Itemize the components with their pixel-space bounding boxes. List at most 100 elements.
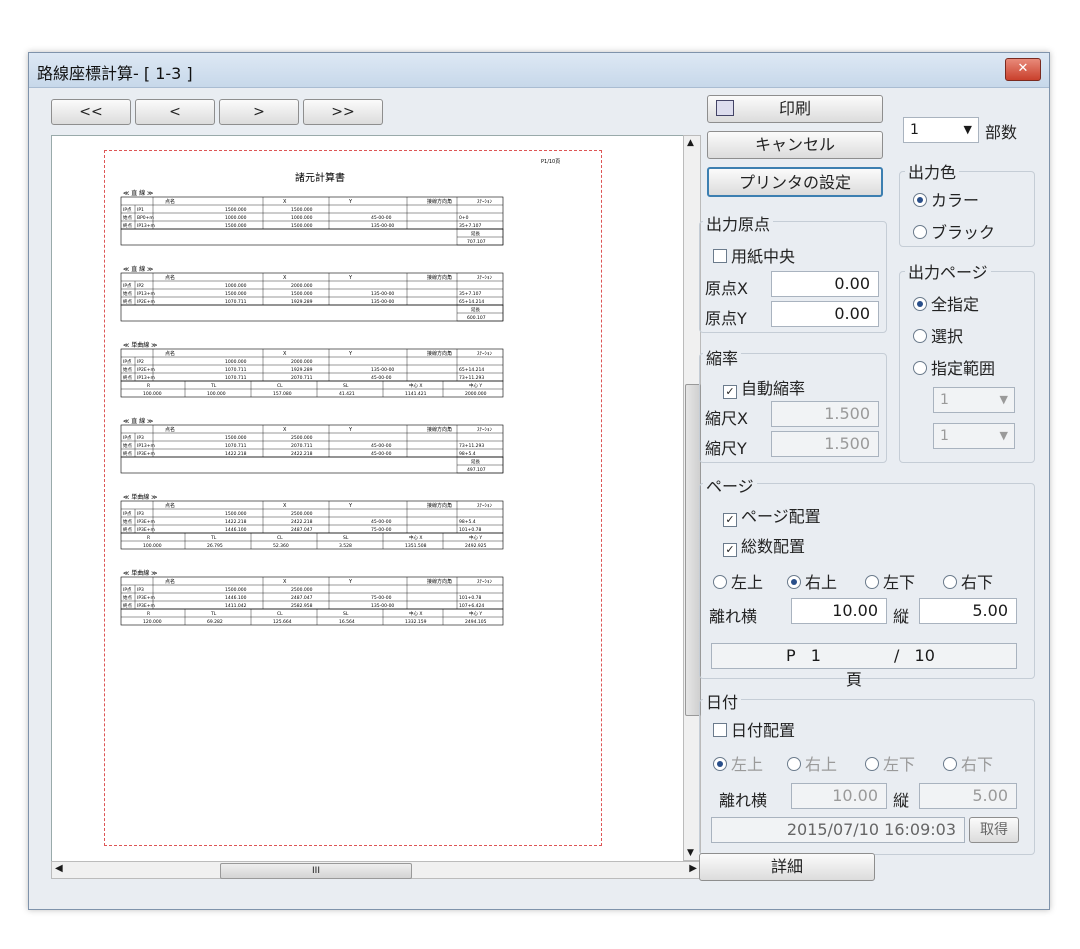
preview-cell: 1500.000: [225, 587, 247, 593]
details-button[interactable]: 詳細: [699, 853, 875, 881]
page-pos-bottom-left-radio[interactable]: 左下: [865, 569, 915, 593]
page-pos-bottom-right-radio[interactable]: 右下: [943, 569, 993, 593]
date-pos-label: 左上: [731, 755, 764, 774]
page-pos-top-right-radio[interactable]: 右上: [787, 569, 837, 593]
range-from-select[interactable]: 1 ▼: [933, 387, 1015, 413]
range-to-select[interactable]: 1 ▼: [933, 423, 1015, 449]
preview-curve-header: CL: [277, 535, 283, 541]
preview-curve-cell: 100.000: [207, 391, 226, 397]
preview-doc-title: 諸元計算書: [295, 171, 345, 184]
preview-header-cell: 点名: [165, 198, 175, 205]
preview-length-value: 707.107: [467, 239, 486, 245]
preview-curve-header: TL: [210, 611, 217, 617]
radio-icon: [865, 575, 879, 589]
preview-cell: 101+0.78: [459, 595, 482, 601]
close-button[interactable]: ✕: [1005, 58, 1041, 81]
preview-length-box: [120, 228, 504, 246]
date-pos-top-right-radio[interactable]: 右上: [787, 751, 837, 775]
preview-cell: IP13+m: [137, 375, 155, 381]
preview-curve-header: TL: [210, 383, 217, 389]
acquire-button[interactable]: 取得: [969, 817, 1019, 843]
preview-cell: 45-00-00: [371, 215, 392, 221]
preview-curve-header: TL: [210, 535, 217, 541]
scale-y-field[interactable]: 1.500: [771, 431, 879, 457]
origin-y-label: 原点Y: [705, 309, 747, 328]
page-layout-checkbox[interactable]: ✓ ページ配置: [723, 503, 821, 527]
preview-cell: 1500.000: [225, 223, 247, 229]
page-pos-label: 右上: [805, 573, 838, 592]
preview-cell: 45-00-00: [371, 375, 392, 381]
date-pos-top-left-radio[interactable]: 左上: [713, 751, 763, 775]
preview-length-box: [120, 304, 504, 322]
date-layout-label: 日付配置: [731, 721, 796, 740]
preview-length-value: 497.107: [467, 467, 486, 473]
horizontal-scrollbar[interactable]: ◀ III ▶: [51, 861, 701, 879]
preview-header-cell: 点名: [165, 350, 175, 357]
preview-cell: IP3: [137, 587, 144, 593]
page-all-radio[interactable]: 全指定: [913, 291, 979, 315]
preview-curve-header: 中心 Y: [469, 610, 482, 617]
printer-settings-button[interactable]: プリンタの設定: [707, 167, 883, 197]
page-offset-h-field[interactable]: 10.00: [791, 598, 887, 624]
cancel-button[interactable]: キャンセル: [707, 131, 883, 159]
first-page-button[interactable]: <<: [51, 99, 131, 125]
last-page-button[interactable]: >>: [303, 99, 383, 125]
copies-select[interactable]: 1 ▼: [903, 117, 979, 143]
preview-header-cell: ｽﾃｰｼｮﾝ: [477, 427, 493, 433]
preview-header-cell: Y: [348, 579, 353, 585]
range-to-value: 1: [940, 428, 949, 444]
preview-curve-header: CL: [277, 383, 283, 389]
date-offset-h-field[interactable]: 10.00: [791, 783, 887, 809]
date-layout-checkbox[interactable]: 日付配置: [713, 717, 795, 741]
preview-header-cell: X: [283, 579, 287, 585]
radio-icon: [913, 297, 927, 311]
date-pos-bottom-right-radio[interactable]: 右下: [943, 751, 993, 775]
scroll-up-icon[interactable]: ▲: [687, 138, 694, 148]
preview-cell: 75-00-00: [371, 527, 392, 533]
print-button[interactable]: 印刷: [707, 95, 883, 123]
paper-center-checkbox[interactable]: 用紙中央: [713, 243, 795, 267]
page-offset-v-field[interactable]: 5.00: [919, 598, 1017, 624]
preview-cell: 45-00-00: [371, 519, 392, 525]
horizontal-scroll-thumb[interactable]: III: [220, 863, 412, 879]
scale-x-field[interactable]: 1.500: [771, 401, 879, 427]
preview-cell: IP点: [123, 587, 132, 593]
preview-header-cell: 点名: [165, 578, 175, 585]
preview-cell: 始点: [123, 290, 132, 297]
checkbox-icon: [713, 723, 727, 737]
origin-y-field[interactable]: 0.00: [771, 301, 879, 327]
preview-cell: 73+11.293: [459, 375, 484, 381]
black-radio[interactable]: ブラック: [913, 219, 995, 243]
preview-section-title: ≪ 単曲線 ≫: [123, 569, 157, 577]
auto-scale-checkbox[interactable]: ✓ 自動縮率: [723, 375, 805, 399]
scroll-down-icon[interactable]: ▼: [687, 848, 694, 858]
preview-curve-cell: 125.664: [273, 619, 292, 625]
scroll-right-icon[interactable]: ▶: [689, 863, 697, 874]
preview-curve-cell: 52.360: [273, 543, 289, 549]
preview-curve-header: R: [147, 535, 150, 541]
date-pos-label: 右上: [805, 755, 838, 774]
color-radio[interactable]: カラー: [913, 187, 979, 211]
preview-cell: 1929.289: [291, 299, 313, 305]
scroll-left-icon[interactable]: ◀: [55, 863, 63, 874]
preview-header-cell: ｽﾃｰｼｮﾝ: [477, 351, 493, 357]
page-range-radio[interactable]: 指定範囲: [913, 355, 995, 379]
date-pos-bottom-left-radio[interactable]: 左下: [865, 751, 915, 775]
datetime-field[interactable]: 2015/07/10 16:09:03: [711, 817, 965, 843]
preview-header-cell: 接線方向角: [427, 426, 452, 433]
page-select-radio[interactable]: 選択: [913, 323, 963, 347]
preview-curve-header: 中心 Y: [469, 382, 482, 389]
preview-cell: 1070.711: [225, 367, 247, 373]
date-offset-v-field[interactable]: 5.00: [919, 783, 1017, 809]
page-pos-top-left-radio[interactable]: 左上: [713, 569, 763, 593]
prev-page-button[interactable]: <: [135, 99, 215, 125]
preview-length-label: 延長: [471, 230, 480, 237]
preview-cell: 1422.218: [225, 451, 247, 457]
next-page-button[interactable]: >: [219, 99, 299, 125]
preview-curve-header: 中心 X: [409, 534, 423, 541]
preview-curve-cell: 69.282: [207, 619, 223, 625]
total-layout-checkbox[interactable]: ✓ 総数配置: [723, 533, 805, 557]
preview-header-cell: ｽﾃｰｼｮﾝ: [477, 275, 493, 281]
preview-cell: IP3E+m: [137, 527, 155, 533]
origin-x-field[interactable]: 0.00: [771, 271, 879, 297]
